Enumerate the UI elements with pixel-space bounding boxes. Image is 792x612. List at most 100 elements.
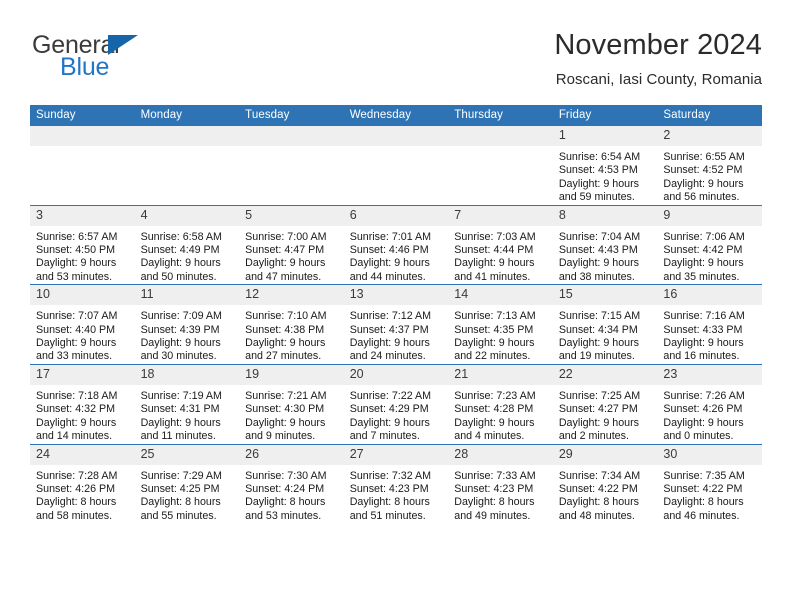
calendar-day-cell[interactable]: 28 Sunrise: 7:33 AM Sunset: 4:23 PM Dayligh… [448,443,553,524]
daylight-text: Daylight: 9 hours [558,177,640,190]
sunrise-text: Sunrise: 6:57 AM [36,230,118,243]
sunrise-text: Sunrise: 6:58 AM [140,230,222,243]
calendar-day-cell[interactable]: 4 Sunrise: 6:58 AM Sunset: 4:49 PM Daylight… [134,204,240,285]
sunset-text: Sunset: 4:44 PM [454,244,534,257]
daylight-text-cont: and 0 minutes. [663,430,734,443]
calendar-day-cell[interactable]: 30 Sunrise: 7:35 AM Sunset: 4:22 PM Dayligh… [657,443,762,524]
calendar-day-cell[interactable]: 5 Sunrise: 7:00 AM Sunset: 4:47 PM Daylight… [239,204,344,285]
calendar-day-cell[interactable]: 1 Sunrise: 6:54 AM Sunset: 4:53 PM Daylight… [552,126,658,206]
sunrise-text: Sunrise: 7:22 AM [349,389,432,402]
sunset-text: Sunset: 4:42 PM [663,244,743,257]
calendar-day-cell[interactable]: 17 Sunrise: 7:18 AM Sunset: 4:32 PM Dayligh… [30,363,135,444]
daylight-text: Daylight: 9 hours [558,337,640,350]
daylight-text-cont: and 7 minutes. [349,430,420,443]
sunset-text: Sunset: 4:26 PM [36,482,116,495]
calendar-day-cell[interactable]: 26 Sunrise: 7:30 AM Sunset: 4:24 PM Dayligh… [239,443,344,524]
day-details [344,146,449,151]
sunrise-text: Sunrise: 7:23 AM [454,389,536,402]
sunrise-text: Sunrise: 7:10 AM [245,310,327,323]
daylight-text-cont: and 14 minutes. [36,430,113,443]
day-details: Sunrise: 7:03 AM Sunset: 4:44 PM Daylight:… [448,226,553,285]
sunset-text: Sunset: 4:43 PM [558,244,638,257]
day-details: Sunrise: 7:34 AM Sunset: 4:22 PM Daylight:… [553,465,658,524]
weekday-header-wednesday: Wednesday [343,105,449,126]
calendar-day-cell[interactable]: 15 Sunrise: 7:15 AM Sunset: 4:34 PM Dayligh… [552,284,658,365]
sunrise-text: Sunrise: 7:33 AM [454,469,536,482]
day-number: 11 [134,285,240,306]
calendar-day-cell[interactable]: 13 Sunrise: 7:12 AM Sunset: 4:37 PM Dayligh… [343,284,449,365]
calendar-day-cell[interactable]: 29 Sunrise: 7:34 AM Sunset: 4:22 PM Dayligh… [552,443,658,524]
weekday-header-sunday: Sunday [30,105,135,126]
daylight-text-cont: and 46 minutes. [663,509,740,522]
calendar-day-cell[interactable]: 19 Sunrise: 7:21 AM Sunset: 4:30 PM Dayligh… [239,363,344,444]
day-details: Sunrise: 7:28 AM Sunset: 4:26 PM Daylight:… [30,465,135,524]
calendar-day-cell[interactable]: 3 Sunrise: 6:57 AM Sunset: 4:50 PM Daylight… [30,204,135,285]
calendar-day-cell[interactable]: 16 Sunrise: 7:16 AM Sunset: 4:33 PM Dayligh… [657,284,762,365]
daylight-text-cont: and 48 minutes. [558,509,635,522]
sunset-text: Sunset: 4:23 PM [349,482,429,495]
sunset-text: Sunset: 4:40 PM [36,323,116,336]
day-number: 24 [30,445,135,465]
daylight-text: Daylight: 9 hours [36,416,117,429]
day-number: 20 [343,365,449,385]
day-details: Sunrise: 7:16 AM Sunset: 4:33 PM Daylight:… [657,305,762,364]
sunset-text: Sunset: 4:26 PM [663,403,743,416]
calendar-day-cell[interactable]: 6 Sunrise: 7:01 AM Sunset: 4:46 PM Daylight… [343,204,449,285]
calendar-day-cell[interactable]: 2 Sunrise: 6:55 AM Sunset: 4:52 PM Daylight… [657,126,762,206]
calendar-day-cell[interactable]: 12 Sunrise: 7:10 AM Sunset: 4:38 PM Dayligh… [239,284,344,365]
brand-logo[interactable]: General Blue [32,32,242,88]
day-number: 19 [239,365,344,385]
calendar-day-cell[interactable]: 24 Sunrise: 7:28 AM Sunset: 4:26 PM Dayligh… [30,443,135,524]
daylight-text-cont: and 50 minutes. [140,270,217,283]
sunset-text: Sunset: 4:25 PM [140,482,220,495]
daylight-text: Daylight: 8 hours [140,496,221,509]
daylight-text: Daylight: 9 hours [558,257,640,270]
daylight-text: Daylight: 9 hours [663,177,744,190]
calendar-day-cell[interactable]: 10 Sunrise: 7:07 AM Sunset: 4:40 PM Dayligh… [30,284,135,365]
calendar-day-cell[interactable]: 22 Sunrise: 7:25 AM Sunset: 4:27 PM Dayligh… [552,363,658,444]
weekday-header-monday: Monday [134,105,240,126]
daylight-text: Daylight: 9 hours [140,416,221,429]
day-number: 13 [343,285,449,306]
calendar-week-row: 3 Sunrise: 6:57 AM Sunset: 4:50 PM Daylight… [30,204,762,285]
daylight-text-cont: and 16 minutes. [663,350,740,363]
calendar-day-cell[interactable]: 25 Sunrise: 7:29 AM Sunset: 4:25 PM Dayligh… [134,443,240,524]
calendar-week-row: 17 Sunrise: 7:18 AM Sunset: 4:32 PM Dayligh… [30,363,762,444]
calendar-day-cell[interactable]: 23 Sunrise: 7:26 AM Sunset: 4:26 PM Dayligh… [657,363,762,444]
daylight-text: Daylight: 9 hours [663,257,744,270]
calendar-day-cell[interactable]: 18 Sunrise: 7:19 AM Sunset: 4:31 PM Dayligh… [134,363,240,444]
calendar-day-cell[interactable]: 9 Sunrise: 7:06 AM Sunset: 4:42 PM Daylight… [657,204,762,285]
daylight-text: Daylight: 9 hours [454,257,535,270]
calendar-day-cell[interactable]: 20 Sunrise: 7:22 AM Sunset: 4:29 PM Dayligh… [343,363,449,444]
brand-name-blue: Blue [60,53,110,81]
daylight-text: Daylight: 8 hours [349,496,430,509]
sunrise-text: Sunrise: 7:34 AM [558,469,641,482]
day-details: Sunrise: 7:00 AM Sunset: 4:47 PM Daylight:… [239,226,344,285]
calendar-day-cell[interactable]: 8 Sunrise: 7:04 AM Sunset: 4:43 PM Daylight… [552,204,658,285]
calendar-day-cell[interactable]: 27 Sunrise: 7:32 AM Sunset: 4:23 PM Dayligh… [343,443,449,524]
calendar-day-cell[interactable]: 21 Sunrise: 7:23 AM Sunset: 4:28 PM Dayligh… [448,363,553,444]
sunset-text: Sunset: 4:23 PM [454,482,534,495]
day-number: 14 [448,285,553,306]
day-number [448,126,553,146]
day-number: 2 [657,126,762,146]
weekday-header-saturday: Saturday [657,105,762,126]
day-number: 4 [134,206,240,226]
sunset-text: Sunset: 4:22 PM [663,482,743,495]
day-number: 22 [552,365,658,385]
sunset-text: Sunset: 4:24 PM [245,482,325,495]
day-number: 8 [552,206,658,226]
day-number [134,126,240,146]
day-details: Sunrise: 7:07 AM Sunset: 4:40 PM Daylight:… [30,305,135,364]
daylight-text-cont: and 51 minutes. [349,509,426,522]
sunrise-text: Sunrise: 7:32 AM [349,469,432,482]
day-number: 15 [552,285,658,306]
triangle-icon [108,35,138,55]
calendar-day-cell[interactable]: 7 Sunrise: 7:03 AM Sunset: 4:44 PM Daylight… [448,204,553,285]
calendar-day-cell[interactable]: 11 Sunrise: 7:09 AM Sunset: 4:39 PM Dayligh… [134,284,240,365]
daylight-text-cont: and 47 minutes. [245,270,322,283]
daylight-text-cont: and 33 minutes. [36,350,113,363]
sunrise-text: Sunrise: 7:13 AM [454,310,536,323]
calendar-day-cell[interactable]: 14 Sunrise: 7:13 AM Sunset: 4:35 PM Dayligh… [448,284,553,365]
calendar-body: 1 Sunrise: 6:54 AM Sunset: 4:53 PM Daylight… [30,126,762,524]
